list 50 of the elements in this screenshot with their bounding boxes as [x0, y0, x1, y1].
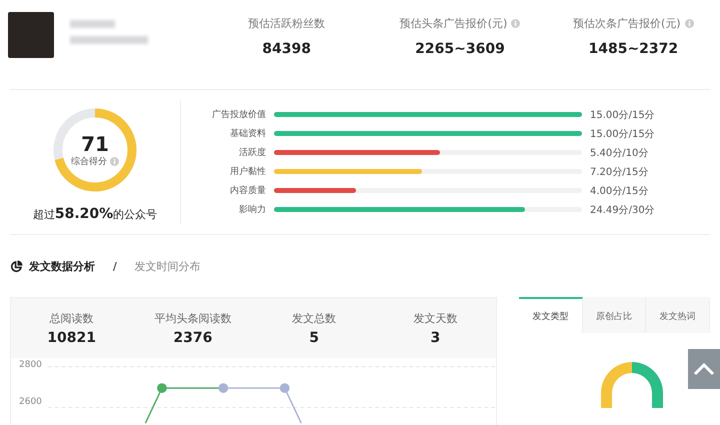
- info-icon[interactable]: [684, 19, 694, 28]
- stat-value: 5: [308, 330, 320, 346]
- stat-value: 2376: [172, 330, 214, 346]
- metric-score: 5.40分/10分: [590, 146, 648, 160]
- stat-label: 预估活跃粉丝数: [248, 16, 326, 31]
- stat-label: 预估头条广告报价(元): [400, 16, 508, 31]
- metric-score: 4.00分/15分: [590, 184, 648, 198]
- stat-label: 总阅读数: [48, 310, 95, 326]
- blurred-name: [70, 20, 115, 28]
- stat-value: 1485~2372: [587, 41, 680, 57]
- metric-score: 7.20分/15分: [590, 166, 648, 178]
- metric-label: 活跃度: [238, 146, 267, 159]
- stat-value: 84398: [261, 41, 312, 57]
- metric-label: 内容质量: [229, 184, 267, 197]
- info-icon[interactable]: [110, 156, 119, 166]
- stat-label: 发文天数: [412, 310, 458, 326]
- score-label: 综合得分: [71, 156, 107, 168]
- metric-score: 24.49分/30分: [590, 204, 655, 216]
- stat-value: 2265~3609: [414, 41, 506, 57]
- data-point: [218, 383, 228, 393]
- stat-value: 3: [430, 330, 442, 346]
- ranking-text: 超过58.20%的公众号: [32, 206, 158, 222]
- axis-label: 2600: [19, 397, 43, 407]
- section-tab[interactable]: 发文数据分析: [29, 258, 95, 274]
- stat-label: 发文总数: [291, 310, 338, 326]
- stat-label: 预估次条广告报价(元): [573, 16, 681, 31]
- donut-segment: [601, 362, 632, 408]
- metric-score: 15.00分/15分: [590, 108, 655, 122]
- donut-segment: [632, 362, 663, 408]
- chart-tab[interactable]: 原创占比: [582, 297, 646, 333]
- data-point: [157, 383, 167, 393]
- pie-chart-icon: [10, 260, 23, 272]
- stat-value: 10821: [46, 330, 97, 346]
- avatar-placeholder: [8, 12, 54, 58]
- metric-label: 用户黏性: [229, 166, 267, 178]
- data-point: [280, 383, 290, 393]
- metric-label: 广告投放价值: [211, 108, 267, 121]
- section-tab[interactable]: 发文时间分布: [134, 258, 201, 274]
- info-icon[interactable]: [511, 19, 520, 28]
- score-value: 71: [81, 132, 109, 154]
- stat-label: 平均头条阅读数: [153, 310, 232, 326]
- chevron-up-icon: [693, 362, 715, 376]
- chart-tab[interactable]: 发文热词: [646, 297, 710, 333]
- metric-label: 影响力: [238, 204, 267, 216]
- back-to-top-button[interactable]: [688, 349, 720, 389]
- metric-score: 15.00分/15分: [590, 128, 655, 140]
- chart-tab[interactable]: 发文类型: [519, 297, 583, 333]
- axis-label: 2800: [19, 360, 43, 370]
- metric-label: 基础资料: [229, 128, 267, 140]
- breadcrumb-separator: /: [113, 260, 117, 272]
